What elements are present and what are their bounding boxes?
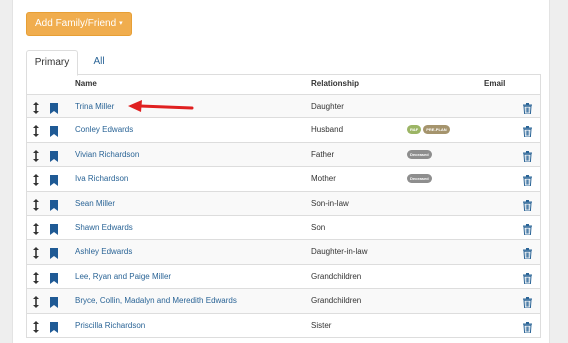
contact-name-link[interactable]: Ashley Edwards — [75, 247, 132, 256]
contact-name-link[interactable]: Iva Richardson — [75, 174, 128, 183]
table-row: Bryce, Collin, Madalyn and Meredith Edwa… — [26, 289, 541, 314]
relationship-text: Daughter-in-law — [311, 247, 368, 257]
column-header-relationship: Relationship — [311, 79, 360, 88]
column-header-email: Email — [484, 79, 506, 88]
relationship-text: Son — [311, 222, 326, 232]
trash-icon[interactable] — [523, 124, 532, 138]
drag-handle-icon[interactable] — [33, 246, 39, 260]
drag-handle-icon[interactable] — [33, 198, 39, 211]
drag-handle-icon[interactable] — [33, 271, 39, 284]
table-header: Name Relationship Email — [26, 74, 541, 94]
badge-group: Deceased — [407, 149, 432, 159]
bookmark-icon[interactable] — [50, 124, 58, 138]
table-row: Conley Edwards Husband R&F PRE-PLAN — [26, 118, 541, 143]
caret-down-icon: ▾ — [119, 20, 123, 27]
drag-handle-icon[interactable] — [33, 222, 39, 235]
relationship-text: Daughter — [311, 102, 344, 111]
bookmark-icon[interactable] — [50, 198, 58, 211]
table-row: Sean Miller Son-in-law — [26, 191, 541, 216]
add-family-friend-button[interactable]: Add Family/Friend ▾ — [26, 12, 132, 36]
add-family-friend-label: Add Family/Friend — [35, 18, 117, 29]
status-badge: Deceased — [407, 174, 432, 184]
family-panel: Add Family/Friend ▾ Primary All Name Rel… — [12, 0, 550, 343]
bookmark-icon[interactable] — [50, 271, 58, 284]
status-badge: R&F — [407, 125, 422, 135]
drag-handle-icon[interactable] — [33, 101, 39, 114]
relationship-text: Father — [311, 149, 335, 159]
drag-handle-icon[interactable] — [33, 173, 39, 187]
trash-icon[interactable] — [523, 222, 532, 236]
drag-handle-icon[interactable] — [33, 295, 39, 309]
table-row: Vivian Richardson Father Deceased — [26, 142, 541, 168]
contact-name-link[interactable]: Sean Miller — [75, 199, 115, 208]
drag-handle-icon[interactable] — [33, 149, 39, 162]
trash-icon[interactable] — [523, 198, 532, 212]
contact-name-link[interactable]: Vivian Richardson — [75, 150, 139, 159]
tab-all[interactable]: All — [84, 50, 114, 75]
relationship-text: Sister — [311, 320, 332, 330]
trash-icon[interactable] — [523, 295, 532, 309]
drag-handle-icon[interactable] — [33, 320, 39, 333]
bookmark-icon[interactable] — [50, 222, 58, 235]
trash-icon[interactable] — [523, 101, 532, 115]
column-header-name: Name — [75, 79, 97, 88]
badge-group: R&F PRE-PLAN — [407, 125, 450, 135]
trash-icon[interactable] — [523, 149, 532, 163]
contact-name-link[interactable]: Bryce, Collin, Madalyn and Meredith Edwa… — [75, 296, 237, 305]
table-body: Trina Miller Daughter Conley Edwards Husban… — [26, 94, 541, 338]
table-row: Shawn Edwards Son — [26, 215, 541, 241]
badge-group: Deceased — [407, 174, 432, 184]
bookmark-icon[interactable] — [50, 173, 58, 187]
drag-handle-icon[interactable] — [33, 124, 39, 138]
relationship-text: Son-in-law — [311, 198, 349, 208]
family-table: Name Relationship Email Trina Miller Daug… — [26, 74, 541, 338]
tab-primary[interactable]: Primary — [26, 50, 78, 76]
bookmark-icon[interactable] — [50, 295, 58, 309]
table-row: Lee, Ryan and Paige Miller Grandchildren — [26, 264, 541, 290]
relationship-tabs: Primary All — [26, 50, 541, 76]
bookmark-icon[interactable] — [50, 246, 58, 260]
contact-name-link[interactable]: Trina Miller — [75, 102, 114, 111]
contact-name-link[interactable]: Shawn Edwards — [75, 223, 133, 232]
relationship-text: Husband — [311, 125, 344, 135]
trash-icon[interactable] — [523, 320, 532, 334]
contact-name-link[interactable]: Priscilla Richardson — [75, 321, 145, 330]
trash-icon[interactable] — [523, 173, 532, 187]
table-row: Iva Richardson Mother Deceased — [26, 167, 541, 192]
bookmark-icon[interactable] — [50, 149, 58, 162]
table-row: Priscilla Richardson Sister — [26, 313, 541, 338]
table-row: Trina Miller Daughter — [26, 94, 541, 119]
status-badge: Deceased — [407, 149, 432, 159]
trash-icon[interactable] — [523, 246, 532, 260]
bookmark-icon[interactable] — [50, 101, 58, 114]
relationship-text: Mother — [311, 174, 336, 184]
relationship-text: Grandchildren — [311, 296, 362, 306]
trash-icon[interactable] — [523, 271, 532, 285]
contact-name-link[interactable]: Lee, Ryan and Paige Miller — [75, 272, 171, 281]
relationship-text: Grandchildren — [311, 271, 362, 281]
table-row: Ashley Edwards Daughter-in-law — [26, 240, 541, 265]
red-arrow-annotation — [128, 100, 194, 112]
status-badge: PRE-PLAN — [423, 125, 450, 135]
bookmark-icon[interactable] — [50, 320, 58, 333]
contact-name-link[interactable]: Conley Edwards — [75, 125, 133, 134]
